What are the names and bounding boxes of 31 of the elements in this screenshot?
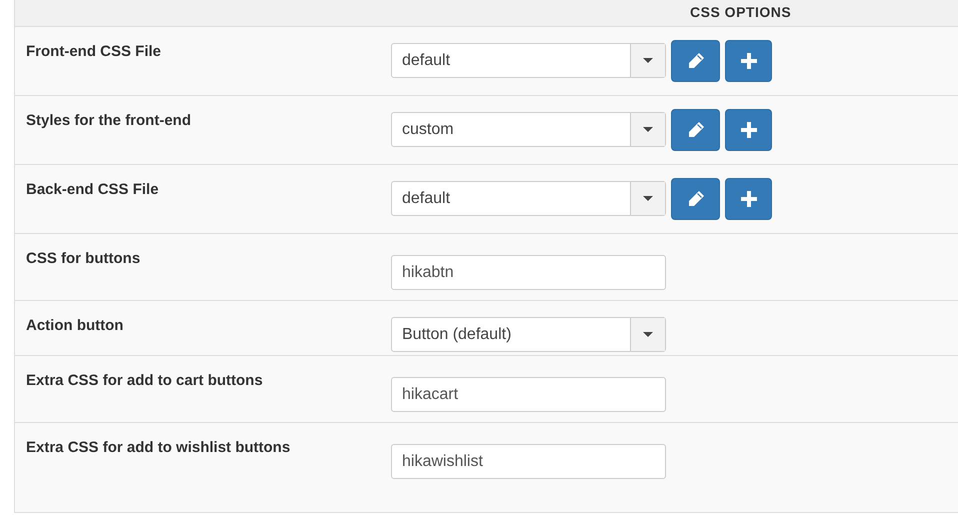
option-label: CSS for buttons <box>26 249 142 269</box>
pencil-icon <box>686 52 704 70</box>
plus-icon <box>740 53 756 69</box>
option-label: Back-end CSS File <box>26 180 160 200</box>
option-label: Action button <box>26 316 124 336</box>
input-field[interactable]: hikabtn <box>391 255 666 290</box>
edit-button[interactable] <box>671 178 720 220</box>
plus-icon <box>740 191 756 207</box>
add-button[interactable] <box>725 178 772 220</box>
option-label: Extra CSS for add to cart buttons <box>26 371 264 391</box>
edit-button[interactable] <box>671 109 720 151</box>
pencil-icon <box>686 190 704 208</box>
caret-icon <box>643 58 653 63</box>
dropdown[interactable]: default <box>391 181 666 216</box>
dropdown[interactable]: default <box>391 43 666 78</box>
option-label: Front-end CSS File <box>26 42 162 62</box>
input-field[interactable]: hikacart <box>391 377 666 412</box>
option-label: Extra CSS for add to wishlist buttons <box>26 438 292 458</box>
caret-icon <box>643 332 653 337</box>
caret-icon <box>643 196 653 201</box>
edit-button[interactable] <box>671 40 720 82</box>
option-label: Styles for the front-end <box>26 111 192 131</box>
section-title: CSS OPTIONS <box>690 4 792 20</box>
pencil-icon <box>686 121 704 139</box>
add-button[interactable] <box>725 109 772 151</box>
input-field[interactable]: hikawishlist <box>391 444 666 479</box>
dropdown[interactable]: Button (default) <box>391 317 666 352</box>
add-button[interactable] <box>725 40 772 82</box>
plus-icon <box>740 122 756 138</box>
caret-icon <box>643 127 653 132</box>
dropdown[interactable]: custom <box>391 112 666 147</box>
